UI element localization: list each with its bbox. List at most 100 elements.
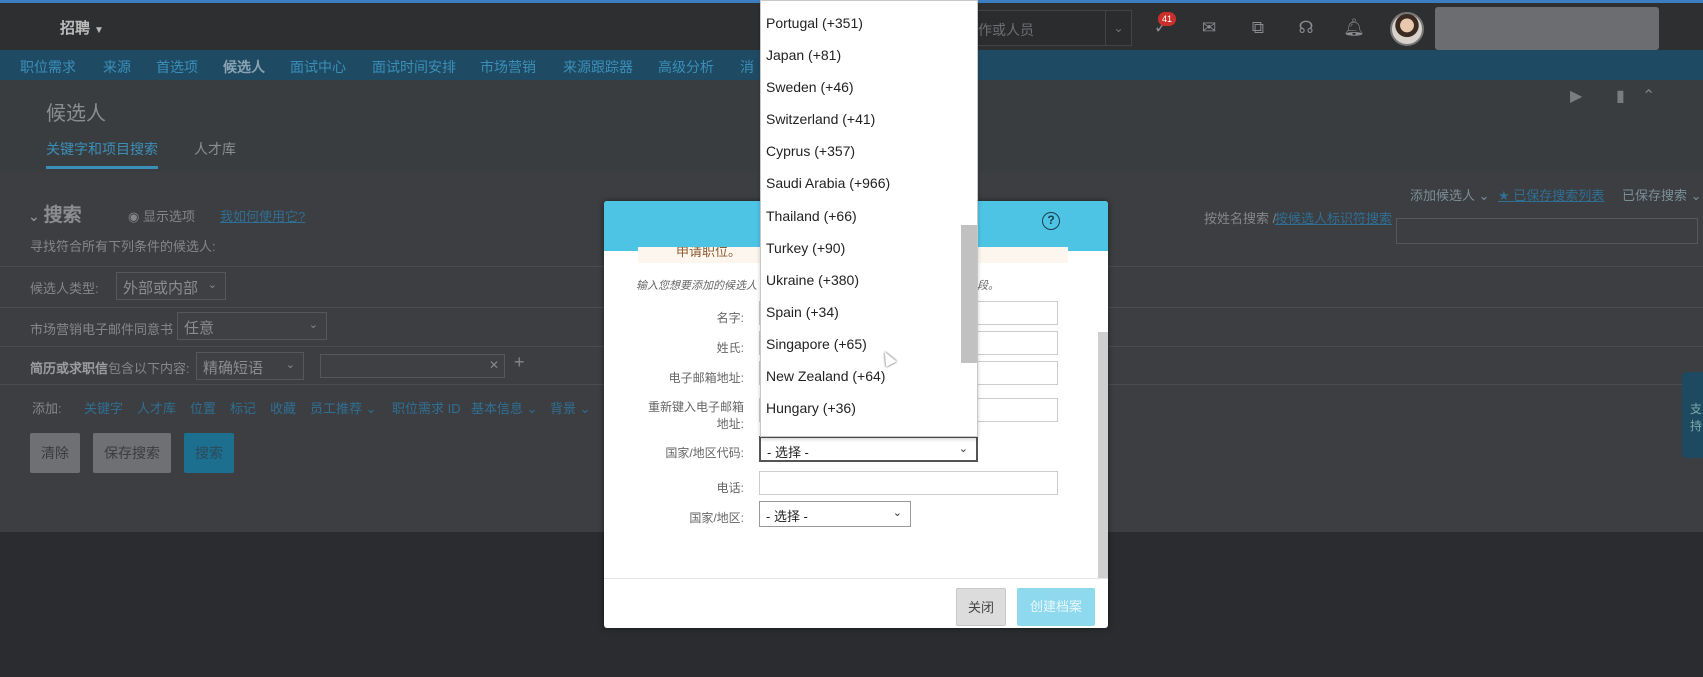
option-thailand[interactable]: Thailand (+66)	[766, 208, 857, 224]
consent-label: 市场营销电子邮件同意书	[30, 322, 174, 337]
headset-icon[interactable]: ☊	[1295, 17, 1317, 39]
phone-label: 电话:	[716, 481, 744, 495]
saved-search-menu[interactable]: 已保存搜索 ⌄	[1622, 185, 1702, 204]
chevron-down-icon: ⌄	[892, 507, 902, 519]
chevron-down-icon: ⌄	[958, 443, 968, 455]
add-talent-pool-link[interactable]: 人才库	[137, 398, 176, 417]
consent-select[interactable]: 任意 ⌄	[177, 312, 327, 340]
option-new-zealand[interactable]: New Zealand (+64)	[766, 368, 885, 384]
option-ukraine[interactable]: Ukraine (+380)	[766, 272, 859, 288]
dialog-scrollbar[interactable]	[1098, 332, 1108, 578]
dropdown-scrollbar[interactable]	[961, 225, 977, 363]
saved-search-list-link[interactable]: ★ 已保存搜索列表	[1498, 185, 1604, 204]
search-button[interactable]: 搜索	[184, 433, 234, 473]
create-profile-button[interactable]: 创建档案	[1017, 588, 1095, 626]
first-name-label: 名字:	[716, 311, 744, 325]
phone-input[interactable]	[759, 471, 1058, 495]
resume-keyword-input[interactable]: ✕	[320, 354, 505, 378]
email-label: 电子邮箱地址:	[668, 371, 744, 385]
support-tab[interactable]: 支持	[1682, 372, 1703, 458]
nav-source-tracking[interactable]: 来源跟踪器	[563, 57, 633, 77]
tab-talent-pool[interactable]: 人才库	[194, 139, 236, 159]
nav-candidates[interactable]: 候选人	[223, 57, 265, 77]
nav-marketing[interactable]: 市场营销	[480, 57, 536, 77]
approvals-icon[interactable]: ⧉	[1247, 17, 1269, 39]
close-button[interactable]: 关闭	[956, 588, 1006, 626]
option-portugal[interactable]: Portugal (+351)	[766, 15, 863, 31]
clear-icon[interactable]: ✕	[489, 358, 499, 372]
last-name-label: 姓氏:	[716, 341, 744, 355]
candidate-type-label: 候选人类型:	[30, 281, 99, 296]
email-confirm-label: 重新键入电子邮箱 地址:	[647, 400, 744, 431]
nav-requisitions[interactable]: 职位需求	[20, 57, 76, 77]
add-background-link[interactable]: 背景 ⌄	[550, 398, 591, 417]
star-icon: ★	[1498, 188, 1514, 203]
recruiting-menu[interactable]: 招聘 ▼	[60, 17, 104, 38]
chevron-down-icon: ⌄	[308, 319, 318, 331]
play-icon[interactable]: ▶	[1570, 86, 1582, 106]
chat-icon[interactable]: ✉	[1198, 17, 1220, 39]
search-scope-dropdown[interactable]: ⌄	[1105, 11, 1131, 45]
chevron-up-icon[interactable]: ⌃	[1642, 86, 1655, 106]
chevron-down-icon: ▼	[94, 25, 104, 36]
option-japan[interactable]: Japan (+81)	[766, 47, 841, 63]
eye-icon: ◉	[128, 209, 143, 224]
user-menu[interactable]	[1435, 7, 1659, 50]
add-basic-info-link[interactable]: 基本信息 ⌄	[471, 398, 538, 417]
resume-match-select[interactable]: 精确短语 ⌄	[196, 352, 304, 380]
add-requisition-id-link[interactable]: 职位需求 ID	[392, 398, 461, 417]
option-saudi-arabia[interactable]: Saudi Arabia (+966)	[766, 175, 890, 191]
option-turkey[interactable]: Turkey (+90)	[766, 240, 845, 256]
add-favorites-link[interactable]: 收藏	[270, 398, 296, 417]
bell-icon[interactable]: 🔔︎	[1343, 17, 1365, 39]
help-icon[interactable]: ?	[1042, 212, 1060, 230]
country-code-select[interactable]: - 选择 - ⌄	[759, 436, 978, 462]
option-sweden[interactable]: Sweden (+46)	[766, 79, 854, 95]
plus-icon[interactable]: +	[514, 352, 525, 373]
clear-button[interactable]: 清除	[30, 433, 80, 473]
show-options-toggle[interactable]: ◉ 显示选项	[128, 206, 195, 225]
chevron-down-icon: ⌄	[207, 279, 217, 291]
nav-sourcing[interactable]: 来源	[103, 57, 131, 77]
search-by-name-label: 按姓名搜索 /	[1204, 211, 1277, 226]
country-select[interactable]: - 选择 - ⌄	[759, 501, 911, 527]
search-heading[interactable]: ⌄ 搜索	[28, 200, 82, 227]
divider	[604, 578, 1108, 579]
nav-more[interactable]: 消	[740, 57, 754, 77]
option-hungary[interactable]: Hungary (+36)	[766, 400, 856, 416]
search-placeholder: 作或人员	[978, 22, 1034, 38]
add-candidate-menu[interactable]: 添加候选人 ⌄	[1410, 185, 1490, 204]
global-search-input[interactable]: 作或人员 ⌄	[960, 10, 1132, 46]
nav-preferences[interactable]: 首选项	[156, 57, 198, 77]
country-code-label: 国家/地区代码:	[665, 446, 744, 460]
page-title: 候选人	[46, 103, 106, 125]
chevron-down-icon: ⌄	[285, 359, 295, 371]
option-singapore[interactable]: Singapore (+65)	[766, 336, 867, 352]
add-tag-link[interactable]: 标记	[230, 398, 256, 417]
country-label: 国家/地区:	[689, 511, 744, 525]
resume-label: 简历或求职信包含以下内容:	[30, 361, 190, 376]
name-search-input[interactable]	[1396, 218, 1698, 244]
avatar[interactable]	[1390, 12, 1424, 46]
add-keyword-link[interactable]: 关键字	[84, 398, 123, 417]
nav-interview-scheduling[interactable]: 面试时间安排	[372, 57, 456, 77]
notification-badge: 41	[1158, 12, 1176, 26]
add-location-link[interactable]: 位置	[190, 398, 216, 417]
option-cyprus[interactable]: Cyprus (+357)	[766, 143, 855, 159]
add-label: 添加:	[32, 401, 62, 416]
candidate-type-select[interactable]: 外部或内部 ⌄	[116, 272, 226, 300]
how-to-use-link[interactable]: 我如何使用它?	[220, 206, 305, 225]
form-hint: 输入您想要添加的候选人	[636, 280, 757, 292]
save-search-button[interactable]: 保存搜索	[93, 433, 171, 473]
option-spain[interactable]: Spain (+34)	[766, 304, 839, 320]
tab-keyword-search[interactable]: 关键字和项目搜索	[46, 139, 158, 169]
country-code-options: Portugal (+351) Japan (+81) Sweden (+46)…	[760, 0, 978, 437]
option-switzerland[interactable]: Switzerland (+41)	[766, 111, 875, 127]
chevron-down-icon: ⌄	[28, 208, 44, 224]
nav-interview-center[interactable]: 面试中心	[290, 57, 346, 77]
search-by-id-link[interactable]: 按候选人标识符搜索	[1275, 208, 1392, 227]
nav-advanced-analytics[interactable]: 高级分析	[658, 57, 714, 77]
bar-chart-icon[interactable]: ▮	[1616, 86, 1625, 106]
add-referral-link[interactable]: 员工推荐 ⌄	[310, 398, 377, 417]
search-subtitle: 寻找符合所有下列条件的候选人:	[30, 239, 216, 254]
